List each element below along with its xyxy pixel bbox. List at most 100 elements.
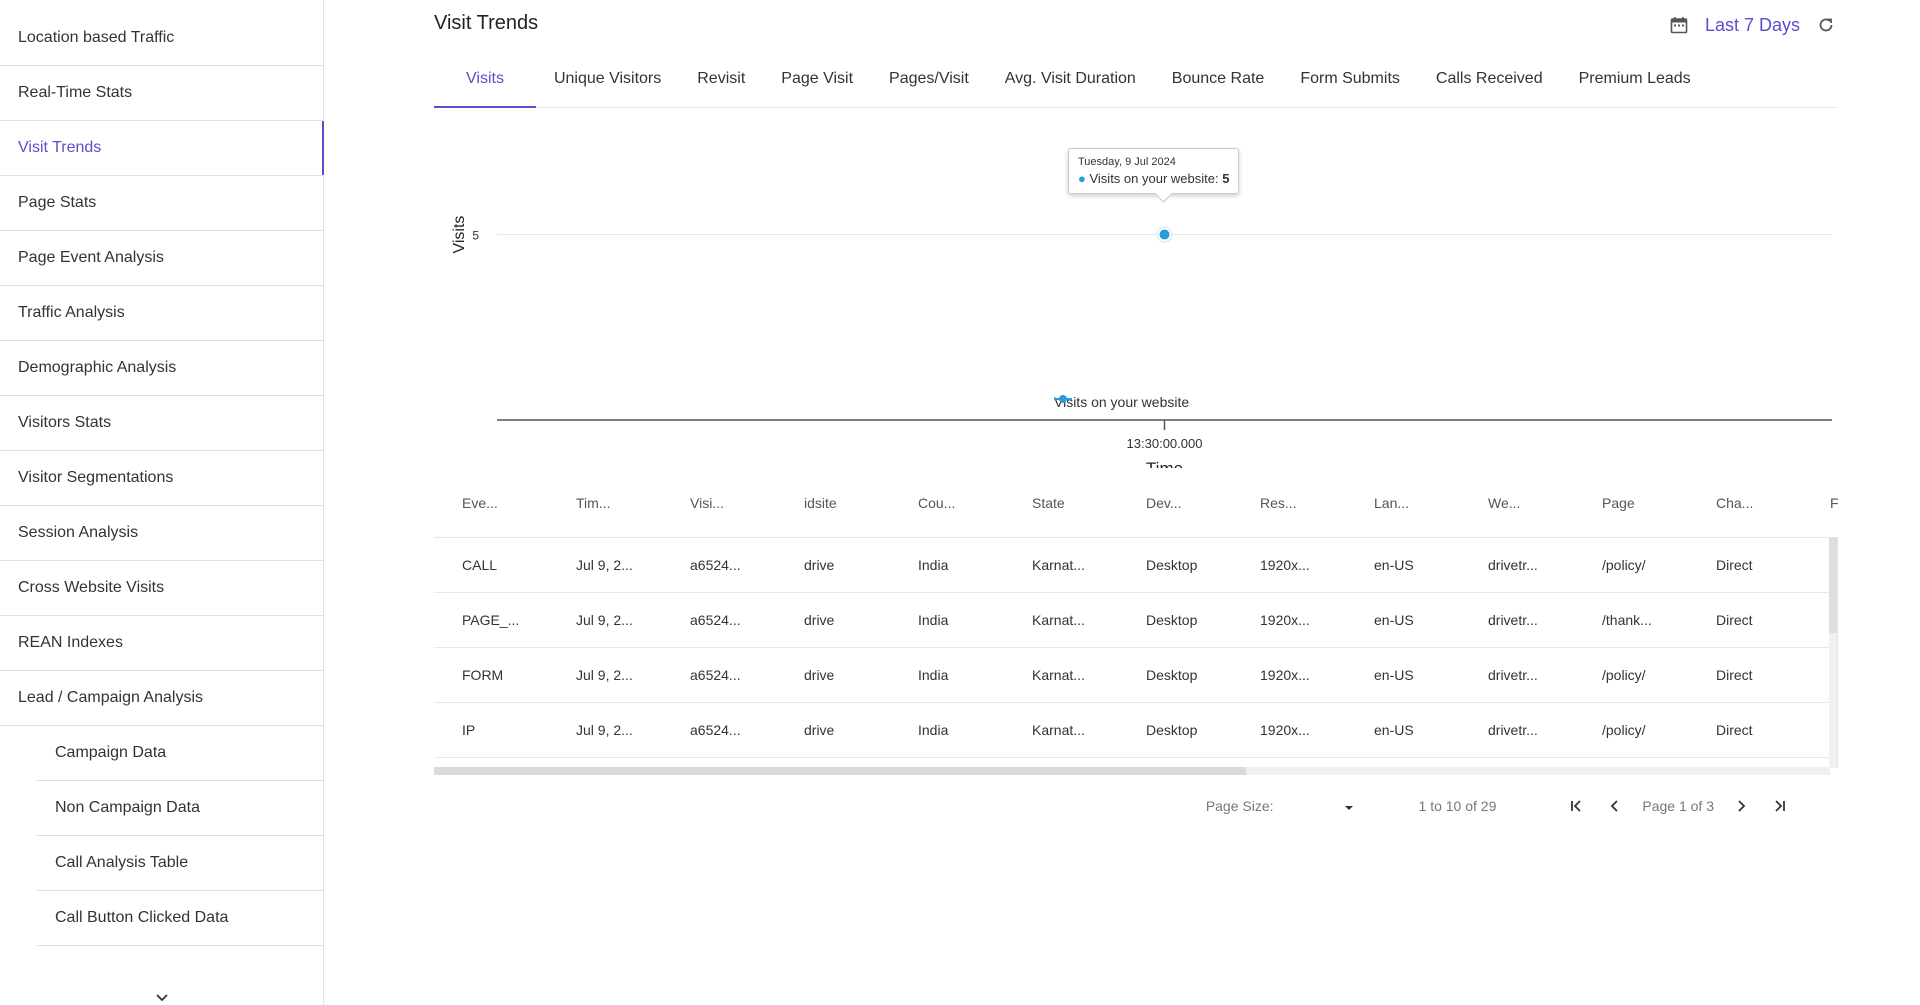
page-info: Page 1 of 3 [1642,798,1714,814]
tab-avg-visit-duration[interactable]: Avg. Visit Duration [987,50,1154,107]
horizontal-scroll-thumb[interactable] [434,767,1246,775]
table-cell: en-US [1374,722,1414,738]
tab-form-submits[interactable]: Form Submits [1282,50,1418,107]
table-row[interactable]: IP Jul 9, 2... a6524... drive India Karnat...… [434,703,1837,758]
sidebar-item-location-based-traffic[interactable]: Location based Traffic [0,11,323,66]
table-cell: /policy/ [1602,667,1646,683]
last-page-icon [1775,800,1785,812]
first-page-button[interactable] [1565,794,1589,818]
table-cell: India [918,557,949,573]
table-cell: Jul 9, 2... [576,612,633,628]
refresh-icon[interactable] [1814,13,1838,37]
legend-marker-icon [1054,395,1072,403]
sidebar-item-non-campaign-data[interactable]: Non Campaign Data [37,781,323,836]
tab-page-visit[interactable]: Page Visit [763,50,871,107]
previous-page-button[interactable] [1603,794,1627,818]
tooltip-series: Visits on your website: [1089,171,1219,186]
table-cell: Karnat... [1032,612,1085,628]
table-cell: 1920x... [1260,722,1310,738]
tab-bounce-rate[interactable]: Bounce Rate [1154,50,1283,107]
next-page-button[interactable] [1729,794,1753,818]
sidebar-item-session-analysis[interactable]: Session Analysis [0,506,323,561]
tab-pages-visit[interactable]: Pages/Visit [871,50,987,107]
table-cell: Desktop [1146,667,1198,683]
tooltip-value: 5 [1222,171,1230,186]
table-cell: drive [804,557,835,573]
sidebar-item-page-event-analysis[interactable]: Page Event Analysis [0,231,323,286]
table-cell: /policy/ [1602,557,1646,573]
tab-premium-leads[interactable]: Premium Leads [1561,50,1709,107]
sidebar-item-visit-trends[interactable]: Visit Trends [0,121,324,176]
chart-legend[interactable]: Visits on your website [1054,394,1189,410]
sidebar-item-visitors-stats[interactable]: Visitors Stats [0,396,323,451]
table-cell: CALL [462,557,498,573]
column-header[interactable]: Page [1574,495,1688,511]
page-size-select[interactable] [1344,798,1364,814]
sidebar-item-rean-indexes[interactable]: REAN Indexes [0,616,323,671]
pagination: Page Size: 1 to 10 of 29 Page 1 of 3 [434,786,1838,826]
table-cell: a6524... [690,612,741,628]
table-cell: a6524... [690,722,741,738]
table-cell: Direct [1716,667,1753,683]
table-row[interactable]: PAGE_... Jul 9, 2... a6524... drive India Kar… [434,593,1837,648]
table-cell: drivetr... [1488,557,1538,573]
sidebar-list: Location based Traffic Real-Time Stats Vis… [0,0,324,946]
horizontal-scrollbar[interactable] [434,767,1830,775]
table-header: Eve... Tim... Visi... idsite Cou... State Dev.… [434,468,1838,538]
sidebar-expand-button[interactable] [0,990,324,1005]
column-header[interactable]: Cou... [890,495,1004,511]
table-cell: Desktop [1146,722,1198,738]
last-page-button[interactable] [1767,794,1791,818]
table-cell: 1920x... [1260,667,1310,683]
vertical-scroll-thumb[interactable] [1829,538,1837,633]
column-header[interactable]: State [1004,495,1118,511]
column-header[interactable]: Eve... [434,495,548,511]
chart-tooltip: Tuesday, 9 Jul 2024 ● Visits on your web… [1068,148,1240,194]
sidebar-item-page-stats[interactable]: Page Stats [0,176,323,231]
sidebar-item-call-analysis-table[interactable]: Call Analysis Table [37,836,323,891]
calendar-icon[interactable] [1667,13,1691,37]
column-header[interactable]: Dev... [1118,495,1232,511]
sidebar-item-visitor-segmentations[interactable]: Visitor Segmentations [0,451,323,506]
table-cell: /thank... [1602,612,1652,628]
tab-revisit[interactable]: Revisit [679,50,763,107]
sidebar-item-real-time-stats[interactable]: Real-Time Stats [0,66,323,121]
events-table: Eve... Tim... Visi... idsite Cou... State Dev.… [434,468,1838,775]
table-cell: en-US [1374,667,1414,683]
table-row[interactable]: CALL Jul 9, 2... a6524... drive India Karnat.… [434,538,1837,593]
vertical-scrollbar[interactable] [1829,538,1837,768]
table-cell: drivetr... [1488,722,1538,738]
table-cell: PAGE_... [462,612,520,628]
column-header[interactable]: Tim... [548,495,662,511]
sidebar-item-traffic-analysis[interactable]: Traffic Analysis [0,286,323,341]
chevron-down-icon [156,994,168,1002]
column-header[interactable]: Res... [1232,495,1346,511]
table-body: CALL Jul 9, 2... a6524... drive India Karnat.… [434,538,1838,775]
sidebar-item-campaign-data[interactable]: Campaign Data [37,726,323,781]
tooltip-row: ● Visits on your website: 5 [1078,171,1229,186]
tab-unique-visitors[interactable]: Unique Visitors [536,50,679,107]
tab-visits[interactable]: Visits [434,50,536,108]
table-cell: Direct [1716,722,1753,738]
sidebar-item-demographic-analysis[interactable]: Demographic Analysis [0,341,323,396]
sidebar-item-cross-website-visits[interactable]: Cross Website Visits [0,561,323,616]
column-header[interactable]: idsite [776,495,890,511]
table-cell: Jul 9, 2... [576,722,633,738]
tab-calls-received[interactable]: Calls Received [1418,50,1561,107]
column-header[interactable]: Cha... [1688,495,1802,511]
table-row[interactable]: FORM Jul 9, 2... a6524... drive India Karnat.… [434,648,1837,703]
column-header[interactable]: Visi... [662,495,776,511]
table-cell: a6524... [690,557,741,573]
column-header[interactable]: We... [1460,495,1574,511]
date-range-selector[interactable]: Last 7 Days [1705,15,1800,36]
table-cell: drivetr... [1488,667,1538,683]
table-cell: India [918,612,949,628]
sidebar-item-call-button-clicked-data[interactable]: Call Button Clicked Data [37,891,323,946]
column-header[interactable]: Lan... [1346,495,1460,511]
table-cell: /policy/ [1602,722,1646,738]
table-cell: a6524... [690,667,741,683]
column-header[interactable]: F [1802,495,1838,511]
sidebar-item-lead-campaign-analysis[interactable]: Lead / Campaign Analysis [0,671,323,726]
chevron-left-icon [1611,800,1619,812]
table-cell: FORM [462,667,504,683]
